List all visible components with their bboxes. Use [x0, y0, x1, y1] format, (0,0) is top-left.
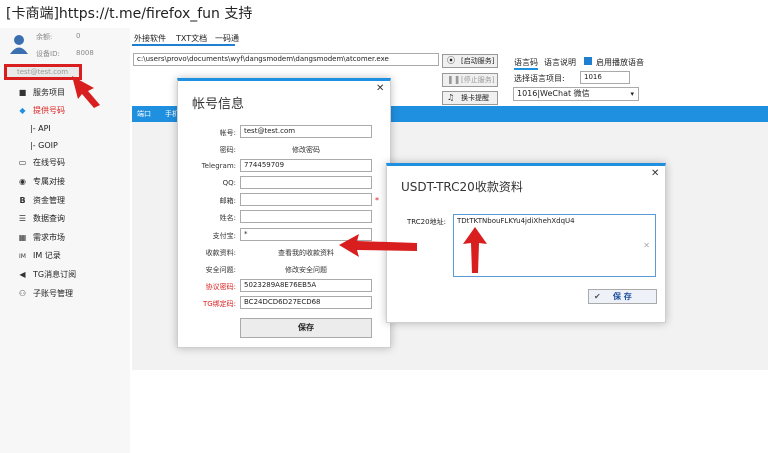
- lang-code-input[interactable]: 1016: [580, 71, 630, 84]
- im-icon: IM: [19, 253, 26, 260]
- account-label: 帐号:: [219, 129, 236, 137]
- avatar-icon: [8, 33, 30, 55]
- chart-icon: ▦: [18, 233, 27, 242]
- sidebar-item-subaccounts[interactable]: ⚇ 子账号管理: [18, 288, 73, 300]
- users-icon: ⚇: [18, 289, 27, 298]
- window-title: [卡商端]https://t.me/firefox_fun 支持: [6, 6, 253, 22]
- tg-code-field[interactable]: BC24DCD6D27ECD68: [240, 296, 372, 309]
- sidebar-item-funds[interactable]: B 资金管理: [18, 195, 65, 207]
- sidebar-item-online-numbers[interactable]: ▭ 在线号码: [18, 157, 65, 169]
- sidebar-item-market[interactable]: ▦ 需求市场: [18, 232, 65, 244]
- phone-icon: ▭: [18, 158, 27, 167]
- change-security-link[interactable]: 修改安全问题: [240, 265, 372, 275]
- column-port: 端口: [137, 110, 151, 118]
- telegram-label: Telegram:: [201, 162, 236, 170]
- sidebar-item-data-query[interactable]: ☰ 数据查询: [18, 213, 65, 225]
- telegram-icon: ◀: [19, 270, 26, 279]
- chevron-down-icon: ▾: [630, 90, 634, 98]
- tab-lang-code[interactable]: 语言码: [514, 57, 538, 70]
- list-icon: ☰: [18, 214, 27, 223]
- tab-txt-doc[interactable]: TXT文档: [176, 33, 207, 44]
- bitcoin-icon: B: [19, 196, 26, 205]
- qq-field[interactable]: [240, 176, 372, 189]
- sidebar-item-dedicated[interactable]: ◉ 专属对接: [18, 176, 65, 188]
- software-path-input[interactable]: c:\users\provo\documents\wyf\dangsmodem\…: [133, 53, 439, 66]
- diamond-icon: ◆: [19, 106, 26, 115]
- usdt-dialog: USDT-TRC20收款资料 ✕ TRC20地址: TDtTKTNbouFLKY…: [386, 163, 666, 323]
- annotation-arrow-payment: [339, 234, 417, 257]
- play-icon: ⦿: [447, 56, 455, 65]
- telegram-field[interactable]: 774459709: [240, 159, 372, 172]
- start-service-button[interactable]: ⦿ [启动服务]: [442, 54, 498, 68]
- tg-code-label: TG绑定码:: [202, 300, 236, 308]
- device-value: 8008: [76, 49, 94, 57]
- save-button[interactable]: 保存: [240, 318, 372, 338]
- clear-icon[interactable]: ✕: [643, 241, 650, 250]
- change-password-link[interactable]: 修改密码: [240, 145, 372, 155]
- tab-lang-desc[interactable]: 语言说明: [544, 57, 576, 68]
- bell-icon: ♫: [447, 93, 455, 102]
- password-label: 密码:: [219, 146, 236, 154]
- annotation-arrow-address: [463, 227, 487, 273]
- sidebar-item-services[interactable]: ■ 服务项目: [18, 87, 65, 99]
- pause-icon: ❚❚: [447, 75, 461, 84]
- qq-label: QQ:: [222, 179, 236, 187]
- usdt-save-button[interactable]: ✔ 保 存: [588, 289, 657, 304]
- account-info-dialog: 帐号信息 ✕ 帐号: test@test.com 密码: 修改密码 Telegr…: [177, 78, 391, 348]
- device-label: 设备ID:: [36, 50, 60, 58]
- balance-value: 0: [76, 32, 81, 40]
- protocol-pw-field[interactable]: 5023289A8E76EB5A: [240, 279, 372, 292]
- usdt-dialog-title: USDT-TRC20收款资料: [401, 180, 523, 194]
- close-icon[interactable]: ✕: [376, 83, 384, 94]
- close-icon[interactable]: ✕: [651, 168, 659, 179]
- card-remind-button[interactable]: ♫ 换卡提醒: [442, 91, 498, 105]
- sidebar-item-provide-numbers[interactable]: ◆ 提供号码: [18, 105, 65, 117]
- annotation-arrow-account: [72, 76, 100, 108]
- trc20-address-value: TDtTKTNbouFLKYu4jdiXhehXdqU4: [457, 217, 575, 225]
- sidebar-item-tg-subscribe[interactable]: ◀ TG消息订阅: [18, 269, 76, 281]
- sidebar-item-im-records[interactable]: IM IM 记录: [18, 250, 61, 262]
- email-label: 邮箱:: [219, 197, 236, 205]
- account-label: test@test.com: [17, 68, 69, 76]
- check-icon: ✔: [594, 292, 601, 301]
- lang-dropdown[interactable]: 1016|WeChat 微信 ▾: [513, 87, 639, 101]
- tab-one-code[interactable]: 一码通: [215, 33, 239, 44]
- tab-external-software[interactable]: 外接软件: [134, 33, 166, 44]
- trc20-label: TRC20地址:: [407, 218, 446, 226]
- sidebar-item-goip[interactable]: |- GOIP: [30, 140, 58, 152]
- tab-indicator: [132, 44, 235, 46]
- name-label: 姓名:: [219, 214, 236, 222]
- alipay-label: 支付宝:: [212, 232, 236, 240]
- service-icon: ■: [18, 88, 27, 97]
- account-field[interactable]: test@test.com: [240, 125, 372, 138]
- balance-label: 余额:: [36, 33, 53, 41]
- payment-label: 收款资料:: [205, 249, 236, 257]
- select-lang-label: 选择语言项目:: [514, 74, 565, 83]
- stop-service-button[interactable]: ❚❚ [停止服务]: [442, 73, 498, 87]
- email-field[interactable]: [240, 193, 372, 206]
- link-icon: ◉: [19, 177, 26, 186]
- dialog-title: 帐号信息: [192, 97, 245, 112]
- name-field[interactable]: [240, 210, 372, 223]
- required-mark: *: [375, 196, 379, 205]
- protocol-pw-label: 协议密码:: [205, 283, 236, 291]
- sidebar-item-api[interactable]: |- API: [30, 123, 51, 135]
- play-voice-checkbox[interactable]: [584, 57, 592, 65]
- security-label: 安全问题:: [205, 266, 236, 274]
- play-voice-label: 启用播放语音: [596, 58, 644, 67]
